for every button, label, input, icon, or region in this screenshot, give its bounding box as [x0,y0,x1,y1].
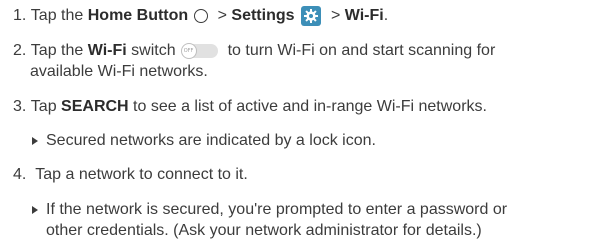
step-number: 3. [13,98,31,115]
home-button-label: Home Button [87,7,189,24]
wifi-label: Wi-Fi [87,42,127,59]
step-text: switch [126,42,176,59]
step-text: to see a list of active and in-range Wi-… [128,98,487,115]
switch-knob: OFF [180,43,197,59]
step-3-bullet: Secured networks are indicated by a lock… [32,131,376,151]
step-end: . [383,7,389,24]
step-number: 2. [13,42,31,59]
step-text: Tap [30,98,62,115]
step-text: Tap the [30,42,88,59]
step-text: Tap the [30,7,88,24]
bullet-text: If the network is secured, you're prompt… [46,201,508,218]
wifi-switch-icon: OFF [180,43,218,59]
bullet-triangle-icon [32,206,38,214]
separator: > [326,7,345,24]
step-1: 1. Tap the Home Button > Settings > Wi-F… [13,6,388,26]
step-text: Tap a network to connect to it. [35,166,248,183]
step-4-bullet-continuation: other credentials. (Ask your network adm… [46,221,482,241]
separator: > [213,7,232,24]
step-4: 4. Tap a network to connect to it. [13,165,248,185]
bullet-text: Secured networks are indicated by a lock… [46,132,376,149]
step-2-continuation: available Wi-Fi networks. [30,62,208,82]
step-text: available Wi-Fi networks. [30,63,208,80]
step-text: to turn Wi-Fi on and start scanning for [227,42,496,59]
step-3: 3. Tap SEARCH to see a list of active an… [13,97,487,117]
settings-gear-icon [300,6,321,26]
step-4-bullet: If the network is secured, you're prompt… [32,200,507,220]
settings-label: Settings [231,7,295,24]
bullet-triangle-icon [32,137,38,145]
search-label: SEARCH [61,98,129,115]
step-2: 2. Tap the Wi-Fi switch OFF to turn Wi-F… [13,41,495,61]
bullet-text: other credentials. (Ask your network adm… [46,222,482,239]
step-number: 1. [13,7,31,24]
step-number: 4. [13,166,31,183]
wifi-label: Wi-Fi [344,7,384,24]
home-button-icon [194,9,209,23]
